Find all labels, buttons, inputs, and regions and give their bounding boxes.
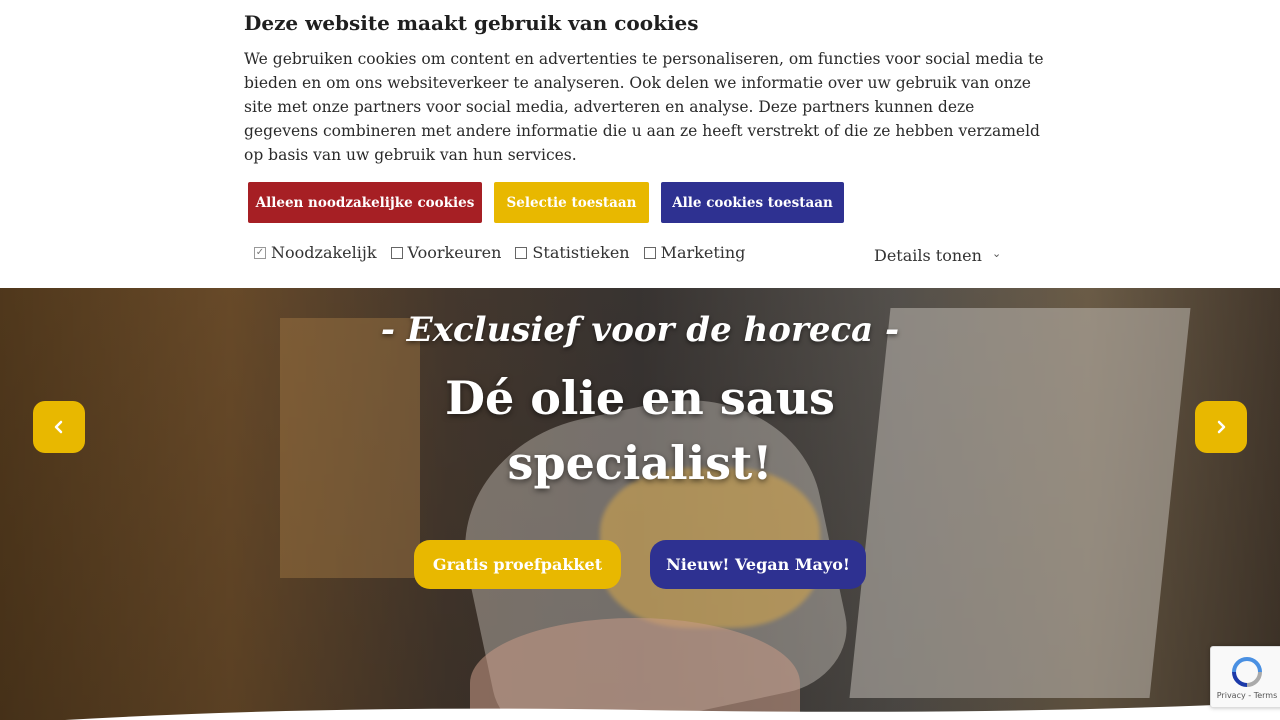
slider-prev-button[interactable] bbox=[33, 401, 85, 453]
slider-next-button[interactable] bbox=[1195, 401, 1247, 453]
marketing-checkbox[interactable] bbox=[643, 246, 656, 259]
hero-title-line1: Dé olie en saus bbox=[445, 371, 835, 425]
cookie-banner-text: We gebruiken cookies om content en adver… bbox=[244, 50, 1044, 164]
recaptcha-icon bbox=[1232, 656, 1262, 687]
allow-selection-button[interactable]: Selectie toestaan bbox=[494, 182, 649, 223]
option-marketing-label[interactable]: Marketing bbox=[661, 243, 746, 262]
chevron-left-icon bbox=[54, 420, 63, 434]
statistics-checkbox[interactable] bbox=[515, 246, 528, 259]
show-details-label[interactable]: Details tonen bbox=[874, 246, 982, 265]
allow-all-cookies-button[interactable]: Alle cookies toestaan bbox=[661, 182, 844, 223]
chevron-down-icon: ⌄ bbox=[991, 247, 1002, 260]
option-statistics-label[interactable]: Statistieken bbox=[532, 243, 629, 262]
option-marketing[interactable]: Marketing bbox=[643, 243, 746, 262]
necessary-cookies-button[interactable]: Alleen noodzakelijke cookies bbox=[248, 182, 482, 223]
preferences-checkbox[interactable] bbox=[390, 246, 403, 259]
hero-subtitle: - Exclusief voor de horeca - bbox=[380, 310, 900, 350]
option-statistics[interactable]: Statistieken bbox=[515, 243, 630, 262]
hero-bottom-wave bbox=[65, 702, 1280, 720]
option-necessary-label: Noodzakelijk bbox=[271, 243, 377, 262]
recaptcha-privacy-terms[interactable]: Privacy - Terms bbox=[1217, 691, 1278, 700]
show-details-toggle[interactable]: Details tonen ⌄ bbox=[874, 246, 1001, 265]
free-trial-pack-button[interactable]: Gratis proefpakket bbox=[414, 540, 621, 589]
hero-title-line2: specialist! bbox=[507, 436, 773, 490]
hero-title: Dé olie en saus specialist! bbox=[0, 366, 1280, 496]
chevron-right-icon bbox=[1217, 420, 1226, 434]
option-preferences-label[interactable]: Voorkeuren bbox=[408, 243, 502, 262]
option-preferences[interactable]: Voorkeuren bbox=[390, 243, 502, 262]
necessary-checkbox: ✓ bbox=[254, 246, 266, 259]
option-necessary: ✓ Noodzakelijk bbox=[254, 243, 377, 262]
vegan-mayo-button[interactable]: Nieuw! Vegan Mayo! bbox=[650, 540, 866, 589]
cookie-banner-title: Deze website maakt gebruik van cookies bbox=[244, 11, 699, 35]
cookie-options: ✓ Noodzakelijk Voorkeuren Statistieken M… bbox=[254, 243, 745, 262]
recaptcha-badge[interactable]: Privacy - Terms bbox=[1210, 646, 1280, 708]
hero-slider: - Exclusief voor de horeca - Dé olie en … bbox=[0, 288, 1280, 720]
cookie-banner: Deze website maakt gebruik van cookies W… bbox=[0, 0, 1280, 288]
